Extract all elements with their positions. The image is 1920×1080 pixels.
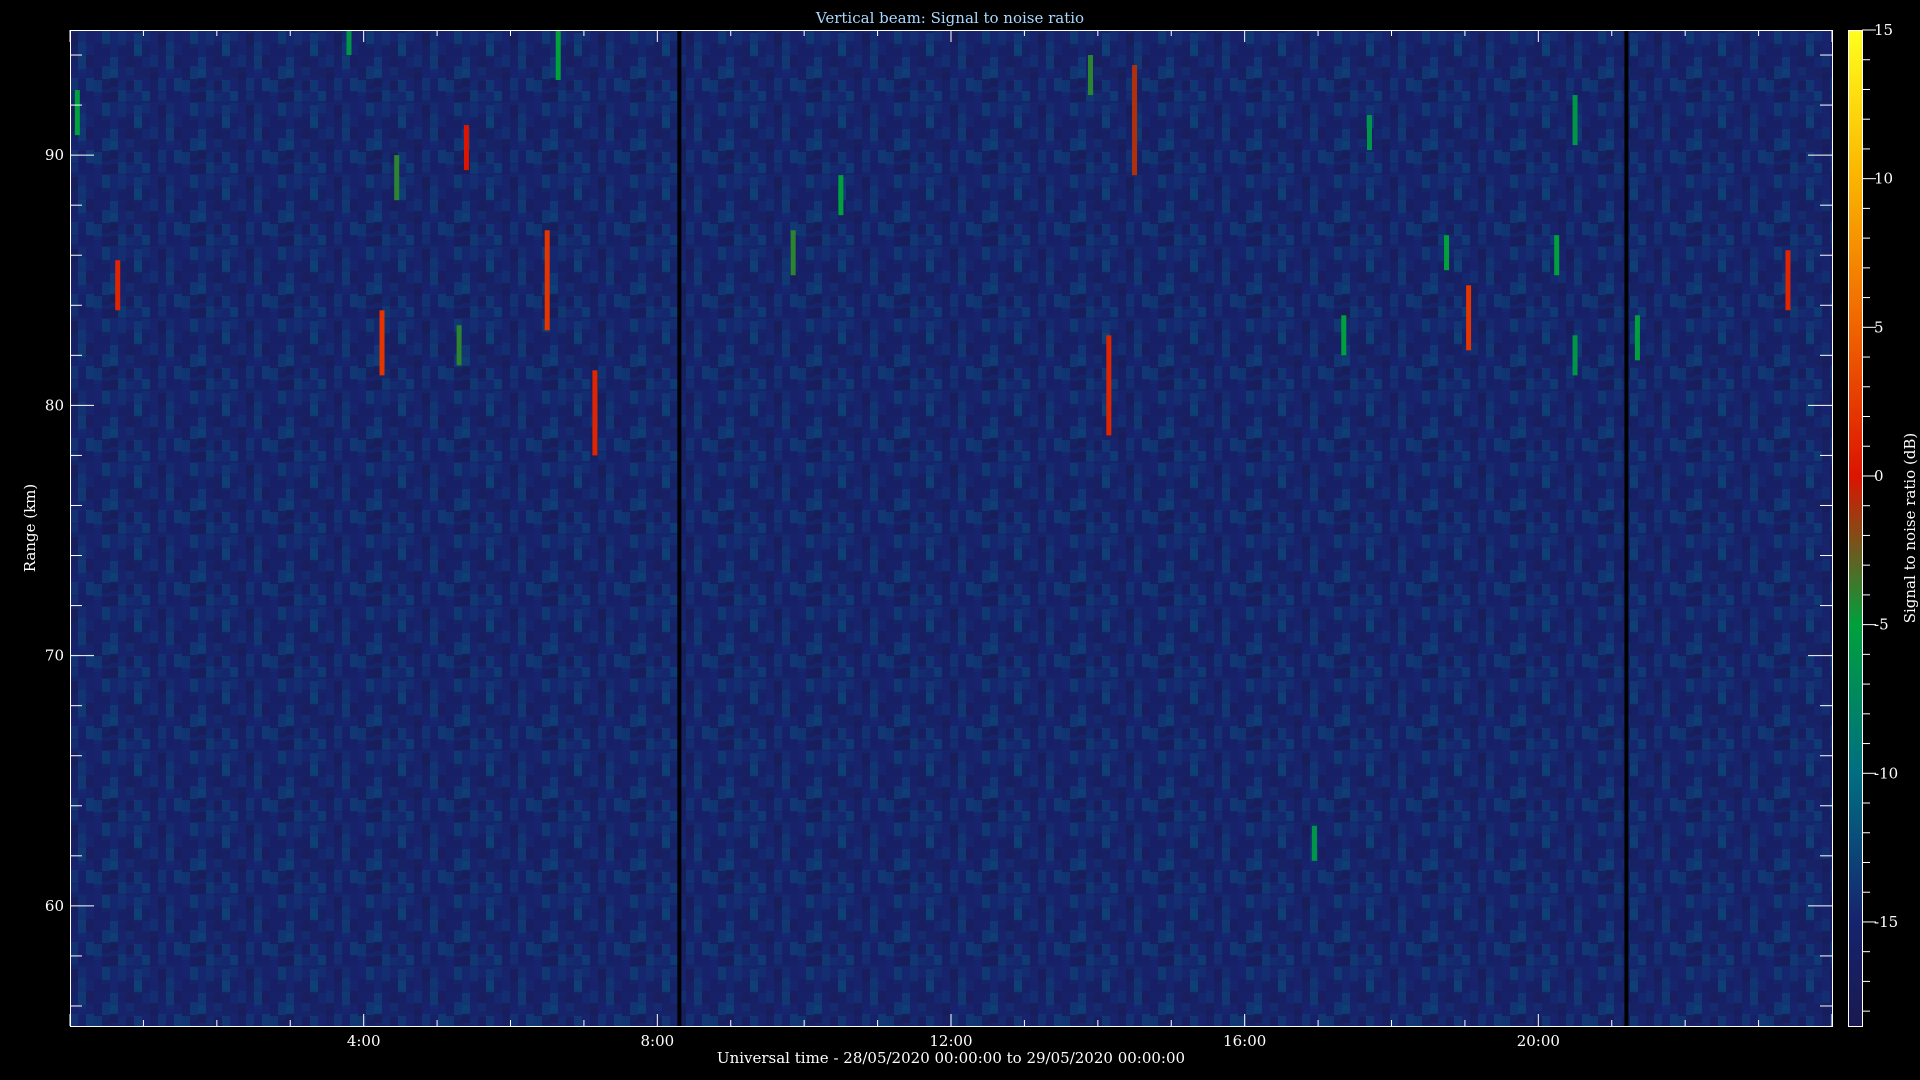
heatmap-plot-area [70, 30, 1832, 1026]
colorbar-gradient [1848, 30, 1862, 1026]
y-tick-label: 90 [45, 146, 64, 164]
y-tick-label: 70 [45, 647, 64, 665]
echo-cell [1087, 55, 1093, 96]
x-axis-label: Universal time - 28/05/2020 00:00:00 to … [717, 1049, 1185, 1067]
colorbar-tick-label: -15 [1874, 913, 1898, 931]
echo-cell [1106, 335, 1112, 436]
echo-cell [790, 230, 796, 276]
echo-cell [1572, 95, 1578, 146]
y-axis-label: Range (km) [21, 484, 39, 573]
colorbar-label: Signal to noise ratio (dB) [1901, 433, 1919, 624]
echo-cell [1132, 65, 1138, 176]
echo-cell [394, 155, 400, 201]
echo-cell [74, 90, 80, 136]
data-gap [677, 30, 682, 1026]
heatmap-background [70, 30, 1832, 1026]
y-tick-label: 60 [45, 897, 64, 915]
echo-cell [1466, 285, 1472, 351]
echo-cell [1572, 335, 1578, 376]
snr-range-time-figure: Vertical beam: Signal to noise ratio 4:0… [0, 0, 1920, 1080]
echo-cell [379, 310, 385, 376]
echo-cell [544, 230, 550, 331]
colorbar-tick-label: 0 [1874, 467, 1884, 485]
echo-cell [555, 30, 561, 81]
x-tick-label: 4:00 [347, 1032, 381, 1050]
data-gap [1624, 30, 1629, 1026]
x-tick-label: 20:00 [1517, 1032, 1560, 1050]
echo-cell [1341, 315, 1347, 356]
echo-cell [1634, 315, 1640, 361]
colorbar-tick-label: -10 [1874, 764, 1898, 782]
echo-cell [456, 325, 462, 366]
echo-cell [838, 175, 844, 216]
x-tick-label: 12:00 [929, 1032, 972, 1050]
echo-cell [592, 370, 598, 456]
echo-cell [1366, 115, 1372, 151]
chart-title: Vertical beam: Signal to noise ratio [815, 9, 1084, 27]
y-tick-label: 80 [45, 396, 64, 414]
echo-cell [463, 125, 469, 171]
x-tick-label: 8:00 [640, 1032, 674, 1050]
echo-cell [1554, 235, 1560, 276]
x-tick-label: 16:00 [1223, 1032, 1266, 1050]
echo-cell [1444, 235, 1450, 271]
echo-cell [1785, 250, 1791, 311]
colorbar-tick-label: 5 [1874, 318, 1884, 336]
echo-cell [115, 260, 121, 311]
colorbar-tick-label: 10 [1874, 170, 1893, 188]
colorbar-tick-label: 15 [1874, 21, 1893, 39]
colorbar-tick-label: -5 [1874, 616, 1889, 634]
echo-cell [346, 30, 352, 56]
echo-cell [1311, 825, 1317, 861]
